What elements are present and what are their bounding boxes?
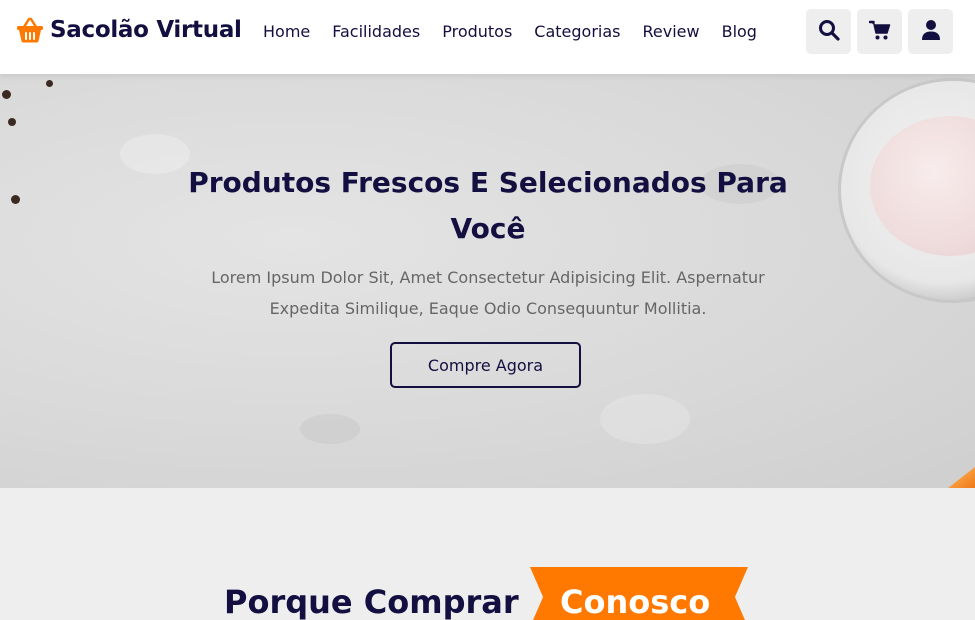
nav-link-blog[interactable]: Blog: [722, 21, 757, 43]
hero-content: Produtos Frescos E Selecionados Para Voc…: [188, 160, 788, 388]
nav-link-produtos[interactable]: Produtos: [442, 21, 512, 43]
user-button[interactable]: [908, 9, 953, 54]
nav-link-categorias[interactable]: Categorias: [534, 21, 620, 43]
header-icons: [806, 9, 953, 54]
hero-subtitle: Lorem Ipsum Dolor Sit, Amet Consectetur …: [211, 268, 765, 318]
nav-link-facilidades[interactable]: Facilidades: [332, 21, 420, 43]
site-header: Sacolão Virtual Home Facilidades Produto…: [0, 0, 975, 74]
nav-link-review[interactable]: Review: [643, 21, 700, 43]
section-title-highlight: Conosco: [560, 583, 711, 620]
search-button[interactable]: [806, 9, 851, 54]
search-icon: [818, 19, 840, 45]
section-title: Porque Comprar: [224, 583, 519, 620]
hero-banner: Produtos Frescos E Selecionados Para Voc…: [0, 74, 975, 488]
shopping-basket-icon: [16, 16, 44, 44]
user-icon: [921, 19, 941, 45]
buy-now-button[interactable]: Compre Agora: [390, 342, 581, 388]
hero-title: Produtos Frescos E Selecionados Para Voc…: [188, 166, 788, 245]
cart-button[interactable]: [857, 9, 902, 54]
logo[interactable]: Sacolão Virtual: [16, 16, 242, 44]
shopping-cart-icon: [868, 19, 891, 45]
brand-name: Sacolão Virtual: [50, 17, 242, 43]
main-nav: Home Facilidades Produtos Categorias Rev…: [263, 21, 779, 43]
nav-link-home[interactable]: Home: [263, 21, 310, 43]
